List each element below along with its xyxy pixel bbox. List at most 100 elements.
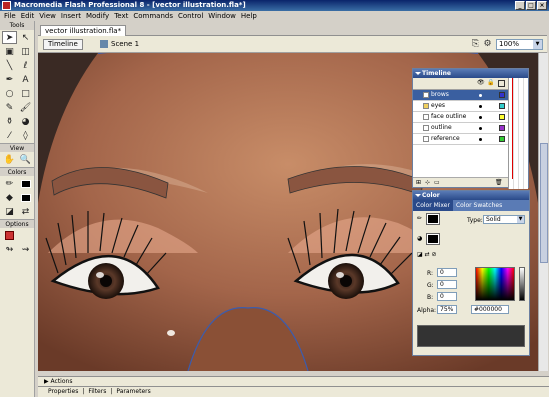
menu-help[interactable]: Help <box>241 11 257 21</box>
selection-tool-icon[interactable]: ➤ <box>2 31 17 44</box>
color-spectrum[interactable] <box>475 267 515 301</box>
layer-color-swatch <box>499 92 505 98</box>
zoom-tool-icon[interactable]: 🔍 <box>18 153 33 166</box>
smooth-icon[interactable]: ↬ <box>2 243 17 256</box>
hex-field[interactable]: #000000 <box>471 305 509 314</box>
paint-bucket-tool-icon[interactable]: ◕ <box>18 115 33 128</box>
color-panel-header[interactable]: Color <box>413 191 529 200</box>
snap-to-objects-icon[interactable] <box>2 229 17 242</box>
lock-icon[interactable]: 🔒 <box>487 79 494 86</box>
b-field[interactable]: 0 <box>437 292 457 301</box>
eyedropper-tool-icon[interactable]: ⁄ <box>2 129 17 142</box>
minimize-button[interactable]: _ <box>515 1 525 10</box>
menu-modify[interactable]: Modify <box>86 11 109 21</box>
b-label: B: <box>427 294 434 301</box>
trash-icon[interactable]: 🗑 <box>495 179 503 186</box>
timeline-panel: Timeline 👁 🔒 brows eyes face outline out… <box>412 68 529 189</box>
pencil-tool-icon[interactable]: ✎ <box>2 101 17 114</box>
fill-color-icon[interactable]: ◆ <box>2 191 17 204</box>
timeline-panel-header[interactable]: Timeline <box>413 69 528 78</box>
layer-name: reference <box>431 135 460 142</box>
brightness-slider[interactable] <box>519 267 525 301</box>
playhead[interactable] <box>512 78 513 179</box>
oval-tool-icon[interactable]: ○ <box>2 87 17 100</box>
tools-heading: Tools <box>0 21 34 30</box>
line-tool-icon[interactable]: ╲ <box>2 59 17 72</box>
rectangle-tool-icon[interactable]: □ <box>18 87 33 100</box>
swap-colors-icon[interactable]: ⇄ <box>18 205 33 218</box>
tab-filters[interactable]: Filters <box>88 387 106 397</box>
add-layer-icon[interactable]: ⊞ <box>416 179 421 186</box>
g-field[interactable]: 0 <box>437 280 457 289</box>
document-tab[interactable]: vector illustration.fla* <box>40 25 127 36</box>
alpha-field[interactable]: 75% <box>437 305 457 314</box>
stroke-swatch[interactable] <box>426 213 440 225</box>
add-folder-icon[interactable]: ▭ <box>434 179 440 186</box>
color-preview <box>417 325 525 347</box>
actions-panel-bar[interactable]: ▶ Actions <box>38 376 549 386</box>
close-button[interactable]: × <box>537 1 547 10</box>
straighten-icon[interactable]: ⇝ <box>18 243 33 256</box>
ink-bottle-tool-icon[interactable]: ⚱ <box>2 115 17 128</box>
swap-colors-icon[interactable]: ◪ ⇄ ⊘ <box>417 251 437 258</box>
document-tab-bar: vector illustration.fla* <box>38 23 547 36</box>
menu-edit[interactable]: Edit <box>21 11 35 21</box>
menu-text[interactable]: Text <box>114 11 128 21</box>
free-transform-tool-icon[interactable]: ▣ <box>2 45 17 58</box>
menu-control[interactable]: Control <box>178 11 203 21</box>
hand-tool-icon[interactable]: ✋ <box>2 153 17 166</box>
frame-grid[interactable] <box>508 78 528 189</box>
scene-label: Scene 1 <box>111 40 140 48</box>
zoom-select[interactable]: 100% ▼ <box>496 39 543 50</box>
tab-color-swatches[interactable]: Color Swatches <box>453 200 505 211</box>
eraser-tool-icon[interactable]: ◊ <box>18 129 33 142</box>
flash-app-icon <box>2 1 11 10</box>
layer-color-swatch <box>499 125 505 131</box>
type-select[interactable]: Solid ▼ <box>483 215 525 224</box>
fill-color-swatch[interactable] <box>18 191 33 204</box>
title-bar: Macromedia Flash Professional 8 - [vecto… <box>0 0 549 11</box>
stroke-pencil-icon[interactable]: ✏ <box>417 215 422 222</box>
menu-window[interactable]: Window <box>208 11 236 21</box>
eye-icon[interactable]: 👁 <box>477 79 485 86</box>
scene-breadcrumb[interactable]: Scene 1 <box>100 39 139 50</box>
scrollbar-thumb[interactable] <box>540 143 548 263</box>
tab-parameters[interactable]: Parameters <box>116 387 150 397</box>
layer-color-swatch <box>499 136 505 142</box>
menu-commands[interactable]: Commands <box>133 11 173 21</box>
menu-insert[interactable]: Insert <box>61 11 81 21</box>
edit-scene-icon[interactable]: ⎘ <box>470 39 481 50</box>
menu-bar: File Edit View Insert Modify Text Comman… <box>0 11 549 21</box>
type-label: Type: <box>467 217 483 224</box>
tab-properties[interactable]: Properties <box>48 387 78 397</box>
lasso-tool-icon[interactable]: ℓ <box>18 59 33 72</box>
black-white-icon[interactable]: ◪ <box>2 205 17 218</box>
edit-bar: Timeline Scene 1 ⎘ ⚙ 100% ▼ <box>38 36 547 53</box>
scene-icon <box>100 40 108 48</box>
r-field[interactable]: 0 <box>437 268 457 277</box>
fill-bucket-icon[interactable]: ◕ <box>417 235 422 242</box>
stroke-color-swatch[interactable] <box>18 177 33 190</box>
r-label: R: <box>427 270 434 277</box>
layer-controls: ⊞ ⊹ ▭ 🗑 <box>413 177 508 187</box>
layer-color-swatch <box>499 114 505 120</box>
layer-name: outline <box>431 124 452 131</box>
subselection-tool-icon[interactable]: ↖ <box>18 31 33 44</box>
stroke-color-icon[interactable]: ✏ <box>2 177 17 190</box>
text-tool-icon[interactable]: A <box>18 73 33 86</box>
pen-tool-icon[interactable]: ✒ <box>2 73 17 86</box>
tab-color-mixer[interactable]: Color Mixer <box>413 200 453 211</box>
edit-symbols-icon[interactable]: ⚙ <box>482 39 493 50</box>
timeline-toggle-button[interactable]: Timeline <box>43 39 83 50</box>
vertical-scrollbar[interactable] <box>538 53 548 371</box>
fill-transform-tool-icon[interactable]: ◫ <box>18 45 33 58</box>
options-heading: Options <box>0 219 34 228</box>
menu-view[interactable]: View <box>39 11 56 21</box>
brush-tool-icon[interactable]: 🖌 <box>18 101 33 114</box>
menu-file[interactable]: File <box>4 11 16 21</box>
tools-panel: Tools ➤ ↖ ▣ ◫ ╲ ℓ ✒ A ○ □ ✎ 🖌 ⚱ ◕ ⁄ ◊ Vi… <box>0 21 35 397</box>
outline-icon[interactable] <box>498 80 505 87</box>
add-guide-icon[interactable]: ⊹ <box>425 179 430 186</box>
fill-swatch[interactable] <box>426 233 440 245</box>
maximize-button[interactable]: □ <box>526 1 536 10</box>
